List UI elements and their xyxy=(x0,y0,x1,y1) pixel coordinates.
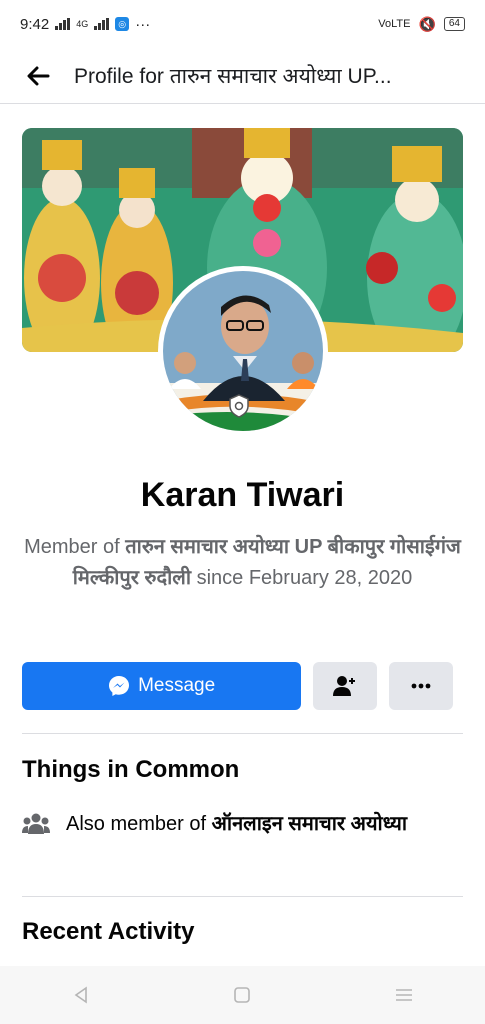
messenger-icon xyxy=(109,676,130,696)
message-button[interactable]: Message xyxy=(22,662,302,710)
app-header: Profile for तारुन समाचार अयोध्या UP... xyxy=(0,48,485,104)
add-friend-button[interactable] xyxy=(313,662,378,710)
nav-back-icon[interactable] xyxy=(72,986,90,1004)
profile-avatar[interactable] xyxy=(158,266,328,436)
status-right: VoLTE 🔇 64 xyxy=(378,16,465,33)
back-button[interactable] xyxy=(18,56,58,96)
group-icon xyxy=(22,813,50,834)
nav-home-icon[interactable] xyxy=(233,986,251,1004)
nav-recents-icon[interactable] xyxy=(395,986,413,1004)
page-title: Profile for तारुन समाचार अयोध्या UP... xyxy=(74,64,392,88)
signal-icon xyxy=(55,18,71,30)
member-prefix: Member of xyxy=(24,536,126,558)
common-group-row[interactable]: Also member of ऑनलाइन समाचार अयोध्या xyxy=(22,808,462,840)
common-group-text: Also member of ऑनलाइन समाचार अयोध्या xyxy=(66,808,446,840)
common-group-link[interactable]: ऑनलाइन समाचार अयोध्या xyxy=(212,813,407,835)
network-label: 4G xyxy=(76,19,89,29)
things-in-common-title: Things in Common xyxy=(22,756,240,783)
member-suffix: since February 28, 2020 xyxy=(191,567,413,589)
mute-icon: 🔇 xyxy=(418,15,436,32)
divider xyxy=(22,896,463,897)
message-label: Message xyxy=(138,675,216,696)
arrow-left-icon xyxy=(27,66,50,85)
system-nav-bar xyxy=(0,966,485,1024)
volte-label: VoLTE xyxy=(378,18,411,30)
more-dots-icon xyxy=(411,683,431,689)
add-friend-icon xyxy=(333,676,356,696)
profile-name: Karan Tiwari xyxy=(140,476,345,514)
divider xyxy=(22,733,463,734)
admin-shield-icon xyxy=(229,394,249,418)
app-notification-icon: ◎ xyxy=(115,17,130,31)
more-options-button[interactable] xyxy=(389,662,453,710)
recent-activity-title: Recent Activity xyxy=(22,918,195,945)
battery-icon: 64 xyxy=(443,17,465,31)
status-bar: 9:42 4G ◎ ··· VoLTE 🔇 64 xyxy=(0,0,485,48)
status-more: ··· xyxy=(135,15,151,33)
member-info: Member of तारुन समाचार अयोध्या UP बीकापु… xyxy=(20,532,465,594)
profile-actions: Message xyxy=(22,662,453,710)
status-time: 9:42 xyxy=(20,15,50,33)
common-prefix: Also member of xyxy=(66,813,212,835)
signal-icon-2 xyxy=(94,18,110,30)
status-left: 9:42 4G ◎ ··· xyxy=(20,16,150,33)
